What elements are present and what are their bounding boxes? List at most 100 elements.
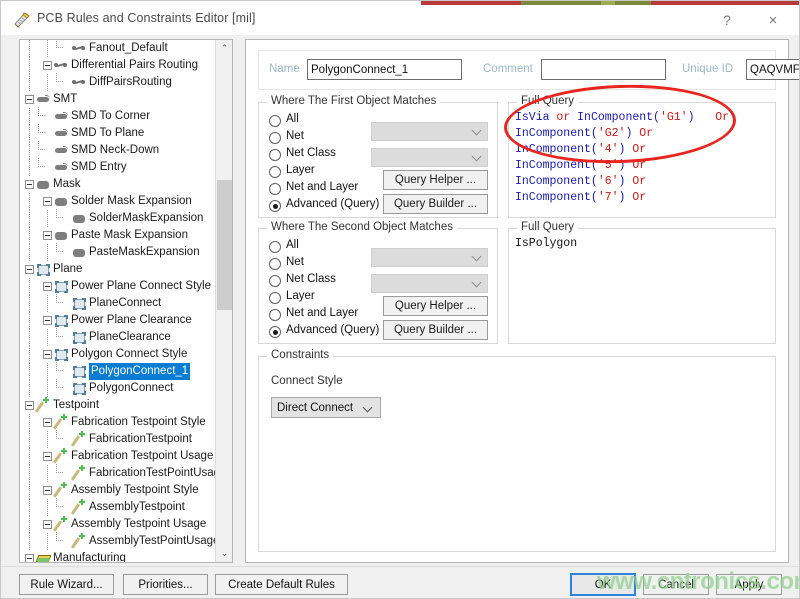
collapse-icon[interactable] <box>25 554 34 562</box>
create-default-rules-button[interactable]: Create Default Rules <box>215 574 348 595</box>
full-query-second-text[interactable]: IsPolygon <box>515 236 771 340</box>
name-input[interactable] <box>307 59 462 80</box>
tree-item-assembly-testpoint-usage[interactable]: Assembly Testpoint Usage <box>20 516 216 533</box>
tree-item-power-plane-connect-style[interactable]: Power Plane Connect Style <box>20 278 216 295</box>
tree-item-polygonconnect-1[interactable]: PolygonConnect_1 <box>20 363 216 380</box>
tree-item-smd-entry[interactable]: SMD Entry <box>20 159 216 176</box>
scroll-down-icon[interactable]: ⌄ <box>216 545 233 562</box>
tree-item-solder-mask-expansion[interactable]: Solder Mask Expansion <box>20 193 216 210</box>
radio-label: Net and Layer <box>286 181 358 193</box>
tree-scrollbar[interactable]: ⌃ ⌄ <box>215 40 232 562</box>
first-object-group: Where The First Object Matches All Net N… <box>258 102 498 218</box>
tree-item-plane[interactable]: Plane <box>20 261 216 278</box>
collapse-icon[interactable] <box>43 316 52 325</box>
tree-item-smd-to-corner[interactable]: SMD To Corner <box>20 108 216 125</box>
close-icon[interactable]: × <box>751 5 795 35</box>
pcb-rules-editor-window: PCB Rules and Constraints Editor [mil] ?… <box>0 0 800 599</box>
second-query-helper-button[interactable]: Query Helper ... <box>383 296 488 316</box>
tree-item-paste-mask-expansion[interactable]: Paste Mask Expansion <box>20 227 216 244</box>
collapse-icon[interactable] <box>43 452 52 461</box>
tree-item-differential-pairs-routing[interactable]: Differential Pairs Routing <box>20 57 216 74</box>
tree-item-fabrication-testpoint-usage[interactable]: Fabrication Testpoint Usage <box>20 448 216 465</box>
collapse-icon[interactable] <box>43 350 52 359</box>
collapse-icon[interactable] <box>43 231 52 240</box>
tree-item-fabrication-testpoint-style[interactable]: Fabrication Testpoint Style <box>20 414 216 431</box>
rule-identity-row: Name Comment Unique ID <box>258 50 776 90</box>
comment-input[interactable] <box>541 59 666 80</box>
radio-label: All <box>286 113 299 125</box>
priorities-button[interactable]: Priorities... <box>123 574 208 595</box>
collapse-icon[interactable] <box>43 486 52 495</box>
tree-item-fabricationtestpoint[interactable]: FabricationTestpoint <box>20 431 216 448</box>
scrollbar-thumb[interactable] <box>217 180 232 310</box>
first-query-helper-button[interactable]: Query Helper ... <box>383 170 488 190</box>
rule-wizard-button[interactable]: Rule Wizard... <box>19 574 114 595</box>
tree-item-soldermaskexpansion[interactable]: SolderMaskExpansion <box>20 210 216 227</box>
query-token: ) <box>619 191 633 204</box>
full-query-first-text[interactable]: IsVia or InComponent('G1') OrInComponent… <box>515 110 771 214</box>
tree-item-smd-neck-down[interactable]: SMD Neck-Down <box>20 142 216 159</box>
apply-button[interactable]: Apply <box>716 574 782 595</box>
tree-item-fabricationtestpointusage[interactable]: FabricationTestPointUsage <box>20 465 216 482</box>
rules-tree[interactable]: Fanout_DefaultDifferential Pairs Routing… <box>20 40 216 562</box>
tree-item-smt[interactable]: SMT <box>20 91 216 108</box>
tree-item-pastemaskexpansion[interactable]: PasteMaskExpansion <box>20 244 216 261</box>
cancel-button[interactable]: Cancel <box>643 574 709 595</box>
tree-item-label: PasteMaskExpansion <box>89 244 200 261</box>
ok-button[interactable]: OK <box>570 573 636 596</box>
full-query-first-title: Full Query <box>517 95 578 107</box>
tree-item-label: Paste Mask Expansion <box>71 227 188 244</box>
tree-item-smd-to-plane[interactable]: SMD To Plane <box>20 125 216 142</box>
tree-item-fanout-default[interactable]: Fanout_Default <box>20 40 216 57</box>
collapse-icon[interactable] <box>25 95 34 104</box>
tree-item-manufacturing[interactable]: Manufacturing <box>20 550 216 562</box>
collapse-icon[interactable] <box>43 418 52 427</box>
collapse-icon[interactable] <box>43 520 52 529</box>
unique-id-input[interactable] <box>746 59 800 80</box>
tree-item-planeclearance[interactable]: PlaneClearance <box>20 329 216 346</box>
second-net-combo[interactable] <box>371 248 488 267</box>
tree-item-assembly-testpoint-style[interactable]: Assembly Testpoint Style <box>20 482 216 499</box>
radio-label: Net Class <box>286 273 336 285</box>
scroll-up-icon[interactable]: ⌃ <box>216 40 233 57</box>
radio-icon <box>269 326 281 338</box>
radio-icon <box>269 183 281 195</box>
first-query-builder-button[interactable]: Query Builder ... <box>383 194 488 214</box>
collapse-icon[interactable] <box>25 180 34 189</box>
help-icon[interactable]: ? <box>705 5 749 35</box>
chevron-down-icon <box>473 253 481 261</box>
testpoint-icon <box>54 414 69 431</box>
query-token: or <box>556 111 577 124</box>
second-query-builder-button[interactable]: Query Builder ... <box>383 320 488 340</box>
radio-label: Net Class <box>286 147 336 159</box>
collapse-icon[interactable] <box>43 282 52 291</box>
collapse-icon[interactable] <box>25 401 34 410</box>
tree-item-polygon-connect-style[interactable]: Polygon Connect Style <box>20 346 216 363</box>
tree-item-assemblytestpointusage[interactable]: AssemblyTestPointUsage <box>20 533 216 550</box>
tree-item-testpoint[interactable]: Testpoint <box>20 397 216 414</box>
plane-icon <box>54 312 69 329</box>
tree-item-label: PolygonConnect_1 <box>89 363 190 380</box>
plane-icon <box>72 363 87 380</box>
collapse-icon[interactable] <box>43 61 52 70</box>
query-token: '4' <box>598 143 619 156</box>
collapse-icon[interactable] <box>25 265 34 274</box>
tree-item-power-plane-clearance[interactable]: Power Plane Clearance <box>20 312 216 329</box>
tree-item-mask[interactable]: Mask <box>20 176 216 193</box>
query-token: Or <box>715 111 729 124</box>
query-token: '6' <box>598 175 619 188</box>
radio-label: Advanced (Query) <box>286 324 379 336</box>
plane-icon <box>72 380 87 397</box>
second-net-class-combo[interactable] <box>371 274 488 293</box>
query-line: InComponent('7') Or <box>515 190 646 206</box>
tree-item-assemblytestpoint[interactable]: AssemblyTestpoint <box>20 499 216 516</box>
collapse-icon[interactable] <box>43 197 52 206</box>
tree-item-polygonconnect[interactable]: PolygonConnect <box>20 380 216 397</box>
first-net-class-combo[interactable] <box>371 148 488 167</box>
tree-item-label: Power Plane Connect Style <box>71 278 211 295</box>
tree-item-diffpairsrouting[interactable]: DiffPairsRouting <box>20 74 216 91</box>
first-net-combo[interactable] <box>371 122 488 141</box>
connect-style-combo[interactable]: Direct Connect <box>271 397 381 418</box>
radio-icon <box>269 309 281 321</box>
tree-item-planeconnect[interactable]: PlaneConnect <box>20 295 216 312</box>
